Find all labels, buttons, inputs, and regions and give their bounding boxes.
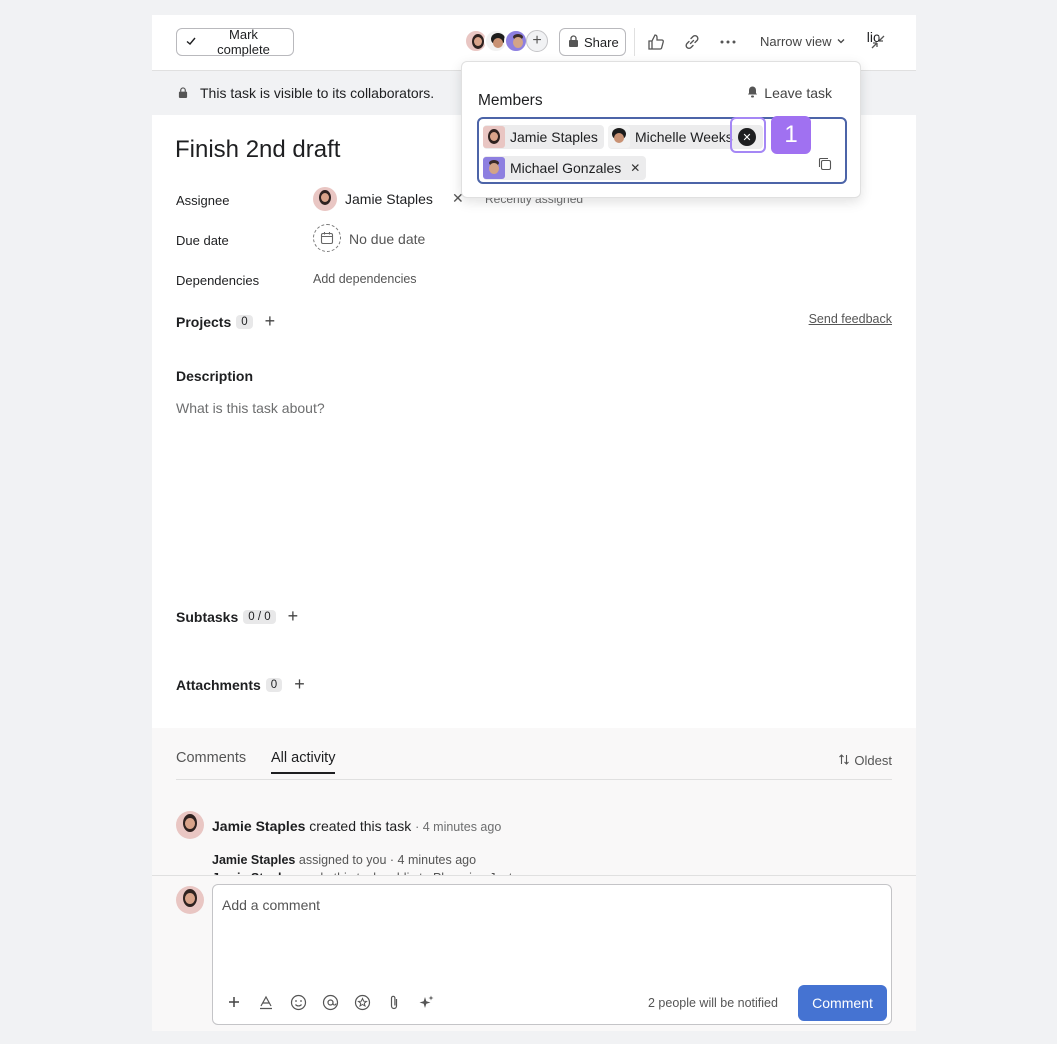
attachments-count: 0 bbox=[265, 677, 283, 692]
projects-label: Projects bbox=[176, 313, 232, 330]
calendar-icon[interactable] bbox=[313, 224, 341, 252]
avatar bbox=[483, 126, 505, 148]
leave-task-label: Leave task bbox=[764, 84, 832, 101]
assignee-name[interactable]: Jamie Staples bbox=[345, 191, 433, 207]
narrow-view-label: Narrow view bbox=[760, 34, 832, 49]
sort-icon bbox=[838, 753, 850, 769]
dependencies-label: Dependencies bbox=[176, 273, 260, 288]
highlight-box bbox=[730, 117, 766, 153]
star-icon[interactable] bbox=[353, 993, 371, 1011]
activity-entry: Jamie Staples assigned to you · 4 minute… bbox=[212, 853, 476, 867]
comment-composer: Add a comment 2 people will be notified … bbox=[152, 875, 916, 1031]
composer-toolbar bbox=[225, 993, 435, 1011]
comment-button[interactable]: Comment bbox=[798, 985, 887, 1021]
emoji-icon[interactable] bbox=[289, 993, 307, 1011]
mention-icon[interactable] bbox=[321, 993, 339, 1011]
activity-text: assigned to you · 4 minutes ago bbox=[298, 853, 477, 867]
avatar bbox=[608, 126, 630, 148]
share-label: Share bbox=[584, 34, 619, 50]
activity-actor[interactable]: Jamie Staples bbox=[212, 818, 305, 834]
subtasks-count: 0 / 0 bbox=[243, 609, 276, 624]
avatar[interactable] bbox=[176, 811, 204, 839]
member-token: Michael Gonzales ✕ bbox=[483, 156, 647, 180]
avatar bbox=[483, 157, 505, 179]
check-icon bbox=[185, 35, 197, 50]
member-name: Michael Gonzales bbox=[510, 160, 622, 176]
avatar[interactable] bbox=[313, 187, 337, 211]
leave-task-button[interactable]: Leave task bbox=[746, 84, 832, 101]
collaborator-avatars[interactable]: + bbox=[464, 29, 548, 53]
add-subtask-icon[interactable]: + bbox=[288, 606, 299, 627]
mark-complete-button[interactable]: Mark complete bbox=[176, 27, 294, 57]
tab-comments[interactable]: Comments bbox=[176, 750, 246, 772]
send-feedback-link[interactable]: Send feedback bbox=[809, 312, 892, 326]
remove-member-icon[interactable]: ✕ bbox=[630, 161, 640, 175]
sort-label: Oldest bbox=[854, 753, 892, 768]
banner-text: This task is visible to its collaborator… bbox=[200, 85, 435, 101]
add-project-icon[interactable]: + bbox=[265, 311, 276, 332]
bell-icon bbox=[746, 84, 759, 101]
lock-icon bbox=[178, 85, 188, 101]
add-attachment-icon[interactable]: + bbox=[294, 674, 305, 695]
thumbs-up-icon[interactable] bbox=[645, 31, 667, 53]
task-title[interactable]: Finish 2nd draft bbox=[175, 136, 340, 164]
more-options-icon[interactable] bbox=[717, 31, 739, 53]
tab-all-activity[interactable]: All activity bbox=[271, 750, 336, 774]
subtasks-section: Subtasks 0 / 0 + bbox=[176, 606, 298, 627]
step-marker: 1 bbox=[771, 116, 811, 154]
activity-actor[interactable]: Jamie Staples bbox=[212, 853, 295, 867]
assignee-label: Assignee bbox=[176, 193, 230, 208]
avatar[interactable] bbox=[504, 29, 528, 53]
notify-text: 2 people will be notified bbox=[648, 996, 778, 1010]
members-title: Members bbox=[478, 92, 543, 109]
text-format-icon[interactable] bbox=[257, 993, 275, 1011]
activity-entry: Jamie Staples created this task · 4 minu… bbox=[212, 818, 501, 834]
share-button[interactable]: Share bbox=[559, 28, 626, 56]
member-token: Jamie Staples bbox=[483, 125, 604, 149]
narrow-view-dropdown[interactable]: Narrow view bbox=[760, 34, 846, 49]
avatar bbox=[176, 886, 204, 914]
link-icon[interactable] bbox=[681, 31, 703, 53]
sort-button[interactable]: Oldest bbox=[838, 753, 892, 769]
member-name: Jamie Staples bbox=[510, 129, 598, 145]
description-input[interactable]: What is this task about? bbox=[176, 400, 325, 416]
attachments-section: Attachments 0 + bbox=[176, 674, 305, 695]
activity-tabs: Comments All activity bbox=[176, 750, 892, 780]
due-date-value[interactable]: No due date bbox=[349, 231, 425, 247]
make-public-link[interactable]: lic bbox=[867, 29, 880, 45]
description-heading: Description bbox=[176, 368, 253, 384]
add-dependencies-button[interactable]: Add dependencies bbox=[313, 272, 417, 286]
plus-icon[interactable] bbox=[225, 993, 243, 1011]
subtasks-label: Subtasks bbox=[176, 608, 239, 625]
copy-icon[interactable] bbox=[817, 156, 833, 177]
paperclip-icon[interactable] bbox=[385, 993, 403, 1011]
description-label: Description bbox=[176, 368, 254, 384]
due-date-label: Due date bbox=[176, 233, 229, 248]
add-collaborator-button[interactable]: + bbox=[526, 30, 548, 52]
chevron-down-icon bbox=[836, 34, 846, 49]
comment-input[interactable]: Add a comment 2 people will be notified … bbox=[212, 884, 892, 1025]
lock-icon bbox=[568, 34, 579, 50]
activity-time: · 4 minutes ago bbox=[415, 820, 502, 834]
activity-section: Comments All activity Oldest Jamie Stapl… bbox=[152, 728, 916, 885]
attachments-label: Attachments bbox=[176, 676, 261, 693]
activity-action: created this task bbox=[309, 818, 412, 834]
projects-count: 0 bbox=[236, 314, 253, 329]
mark-complete-label: Mark complete bbox=[217, 27, 270, 57]
ai-sparkle-icon[interactable] bbox=[417, 993, 435, 1011]
projects-section: Projects 0 + bbox=[176, 311, 275, 332]
comment-placeholder: Add a comment bbox=[222, 897, 321, 913]
divider bbox=[634, 28, 635, 56]
member-name: Michelle Weeks bbox=[635, 129, 733, 145]
